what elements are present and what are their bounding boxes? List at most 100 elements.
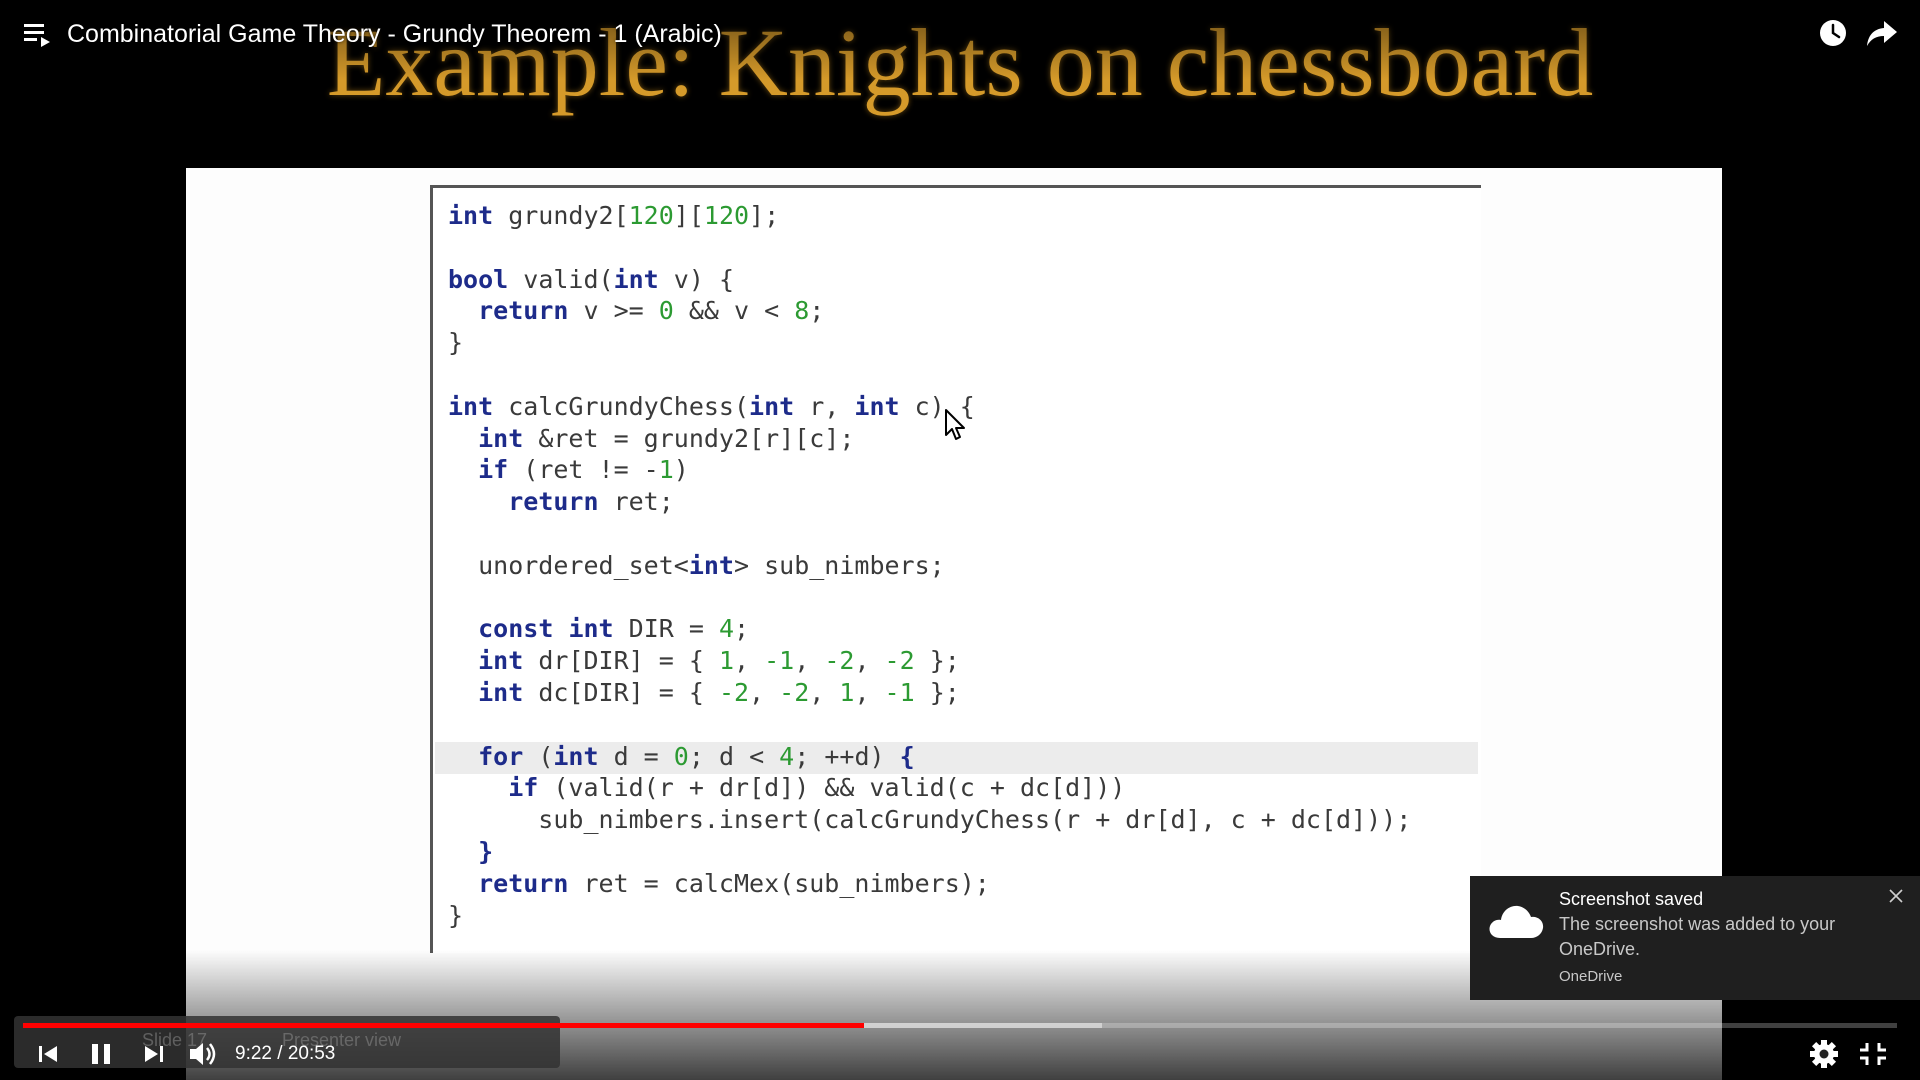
code-token: ; — [809, 296, 825, 326]
code-line: for (int d = 0; d < 4; ++d) { — [448, 741, 1411, 773]
code-token: , — [734, 646, 765, 676]
code-token: v) { — [658, 264, 734, 294]
code-token: int — [749, 391, 795, 421]
close-icon[interactable] — [1888, 888, 1904, 904]
code-token: ; d < — [688, 741, 780, 771]
code-token: bool — [448, 264, 509, 294]
time-separator: / — [271, 1043, 288, 1064]
code-token: { — [899, 741, 915, 771]
gear-icon[interactable] — [1807, 1037, 1841, 1071]
pause-icon[interactable] — [88, 1037, 114, 1071]
playlist-icon[interactable] — [24, 22, 52, 48]
code-line: sub_nimbers.insert(calcGrundyChess(r + d… — [448, 804, 1411, 836]
skip-previous-icon[interactable] — [36, 1037, 60, 1071]
code-line: } — [448, 327, 1411, 359]
video-title[interactable]: Combinatorial Game Theory - Grundy Theor… — [67, 18, 722, 50]
code-token: } — [448, 900, 464, 930]
time-total: 20:53 — [287, 1043, 336, 1064]
code-token: int — [688, 550, 734, 580]
code-line: } — [448, 900, 1411, 932]
progress-bar[interactable] — [23, 1023, 1897, 1028]
code-token: v >= — [568, 296, 659, 326]
screenshot-saved-toast[interactable]: Screenshot saved The screenshot was adde… — [1470, 876, 1920, 1000]
exit-fullscreen-icon[interactable] — [1857, 1037, 1889, 1071]
code-token: 0 — [658, 296, 674, 326]
code-line: int calcGrundyChess(int r, int c) { — [448, 391, 1411, 423]
code-token: int — [478, 646, 524, 676]
code-line: const int DIR = 4; — [448, 613, 1411, 645]
code-token: , — [809, 677, 840, 707]
code-token: (ret != - — [508, 455, 659, 485]
code-token: ( — [523, 741, 554, 771]
code-token: }; — [914, 646, 960, 676]
code-token: r, — [794, 391, 855, 421]
cloud-icon — [1489, 905, 1544, 938]
code-token: &ret = grundy2[r][c]; — [523, 423, 855, 453]
code-token: const — [478, 614, 554, 644]
code-token: d = — [598, 741, 674, 771]
progress-played — [23, 1023, 865, 1028]
code-token: , — [749, 677, 780, 707]
code-token: }; — [914, 677, 960, 707]
code-line: int dr[DIR] = { 1, -1, -2, -2 }; — [448, 645, 1411, 677]
code-token: 4 — [779, 741, 795, 771]
toast-title: Screenshot saved — [1559, 889, 1704, 909]
code-token: int — [613, 264, 659, 294]
video-player[interactable]: Example: Knights on chessboard int grund… — [0, 0, 1920, 1080]
code-line: unordered_set<int> sub_nimbers; — [448, 550, 1411, 582]
code-token: -2 — [718, 677, 750, 707]
toast-body: The screenshot was added to your OneDriv… — [1559, 914, 1836, 959]
code-token: return — [508, 487, 599, 517]
code-token: && v < — [673, 296, 795, 326]
code-token: 1 — [839, 677, 855, 707]
code-token: grundy2[ — [493, 201, 629, 230]
code-token: -2 — [884, 646, 915, 676]
code-token: 1 — [658, 455, 674, 485]
code-token: 1 — [718, 646, 734, 676]
code-token: } — [478, 836, 494, 866]
code-token: DIR = — [613, 614, 719, 644]
code-token: dr[DIR] = { — [523, 646, 719, 676]
code-line: bool valid(int v) { — [448, 264, 1411, 296]
code-line: if (ret != -1) — [448, 454, 1411, 486]
code-token: ret = calcMex(sub_nimbers); — [568, 868, 990, 898]
code-token: ) — [673, 455, 689, 485]
code-token: ; — [734, 614, 750, 644]
code-token: int — [854, 391, 900, 421]
code-token: -1 — [884, 677, 915, 707]
code-token: ret; — [598, 487, 674, 517]
volume-icon[interactable] — [188, 1037, 220, 1071]
code-token: sub_nimbers.insert(calcGrundyChess(r + d… — [448, 805, 1412, 835]
skip-next-icon[interactable] — [142, 1037, 166, 1071]
code-token: , — [854, 677, 885, 707]
code-token: for — [478, 741, 524, 771]
code-line: int &ret = grundy2[r][c]; — [448, 423, 1411, 455]
code-token: return — [478, 868, 569, 898]
code-token: 0 — [673, 741, 689, 771]
code-line: int dc[DIR] = { -2, -2, 1, -1 }; — [448, 677, 1411, 709]
time-current: 9:22 — [235, 1043, 272, 1064]
code-line: return ret = calcMex(sub_nimbers); — [448, 868, 1411, 900]
share-arrow-icon[interactable] — [1866, 19, 1898, 47]
code-token: calcGrundyChess( — [493, 391, 750, 421]
code-token: int — [448, 391, 494, 421]
code-token: -2 — [779, 677, 810, 707]
code-token: dc[DIR] = { — [523, 677, 719, 707]
code-token: int — [553, 741, 599, 771]
code-token: if — [508, 773, 539, 803]
code-token: , — [854, 646, 885, 676]
code-line: } — [448, 836, 1411, 868]
clock-icon[interactable] — [1818, 18, 1848, 48]
